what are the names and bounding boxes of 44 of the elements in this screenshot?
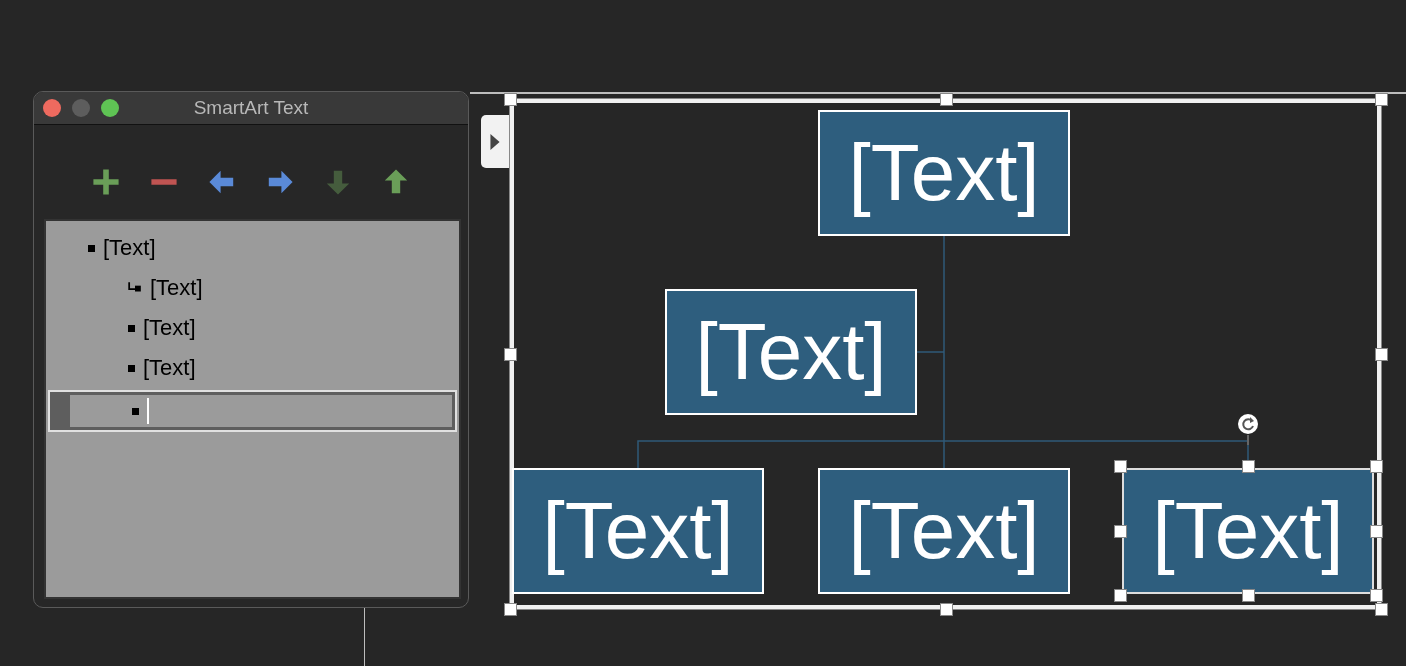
text-shape[interactable]: [Text] bbox=[512, 468, 764, 594]
outline-text[interactable]: [Text] bbox=[150, 275, 203, 301]
resize-handle[interactable] bbox=[1114, 460, 1127, 473]
hook-bullet-icon bbox=[128, 282, 142, 294]
bullet-icon bbox=[128, 364, 135, 372]
bullet-icon bbox=[132, 407, 139, 415]
text-shape[interactable]: [Text] bbox=[665, 289, 917, 415]
resize-handle[interactable] bbox=[1370, 589, 1383, 602]
rotate-handle[interactable] bbox=[1237, 413, 1259, 445]
add-icon[interactable] bbox=[92, 168, 120, 196]
text-shape[interactable]: [Text] bbox=[1122, 468, 1374, 594]
resize-handle[interactable] bbox=[1114, 589, 1127, 602]
outline-text[interactable]: [Text] bbox=[143, 315, 196, 341]
resize-handle[interactable] bbox=[504, 93, 517, 106]
promote-icon[interactable] bbox=[208, 168, 236, 196]
resize-handle[interactable] bbox=[1242, 460, 1255, 473]
close-button[interactable] bbox=[43, 99, 61, 117]
resize-handle[interactable] bbox=[1114, 524, 1127, 538]
resize-handle[interactable] bbox=[1375, 93, 1388, 106]
resize-handle[interactable] bbox=[504, 348, 517, 361]
resize-handle[interactable] bbox=[1242, 589, 1255, 602]
triangle-icon bbox=[490, 133, 500, 150]
zoom-button[interactable] bbox=[101, 99, 119, 117]
resize-handle[interactable] bbox=[1370, 524, 1383, 538]
bullet-icon bbox=[88, 244, 95, 252]
outline-row[interactable] bbox=[48, 390, 457, 432]
resize-handle[interactable] bbox=[504, 603, 517, 616]
text-shape[interactable]: [Text] bbox=[818, 110, 1070, 236]
resize-handle[interactable] bbox=[1370, 460, 1383, 473]
selection-frame[interactable] bbox=[510, 99, 1381, 609]
move-up-icon[interactable] bbox=[382, 168, 410, 196]
window-title: SmartArt Text bbox=[193, 97, 309, 119]
resize-handle[interactable] bbox=[939, 93, 953, 106]
text-cursor bbox=[147, 398, 149, 424]
resize-handle[interactable] bbox=[1375, 603, 1388, 616]
text-shape[interactable]: [Text] bbox=[818, 468, 1070, 594]
resize-handle[interactable] bbox=[939, 603, 953, 616]
outline-text[interactable]: [Text] bbox=[103, 235, 156, 261]
demote-icon[interactable] bbox=[266, 168, 294, 196]
minimize-button[interactable] bbox=[72, 99, 90, 117]
outline-text[interactable]: [Text] bbox=[143, 355, 196, 381]
expand-tab[interactable] bbox=[481, 115, 509, 168]
bullet-icon bbox=[128, 324, 135, 332]
resize-handle[interactable] bbox=[1375, 348, 1388, 361]
